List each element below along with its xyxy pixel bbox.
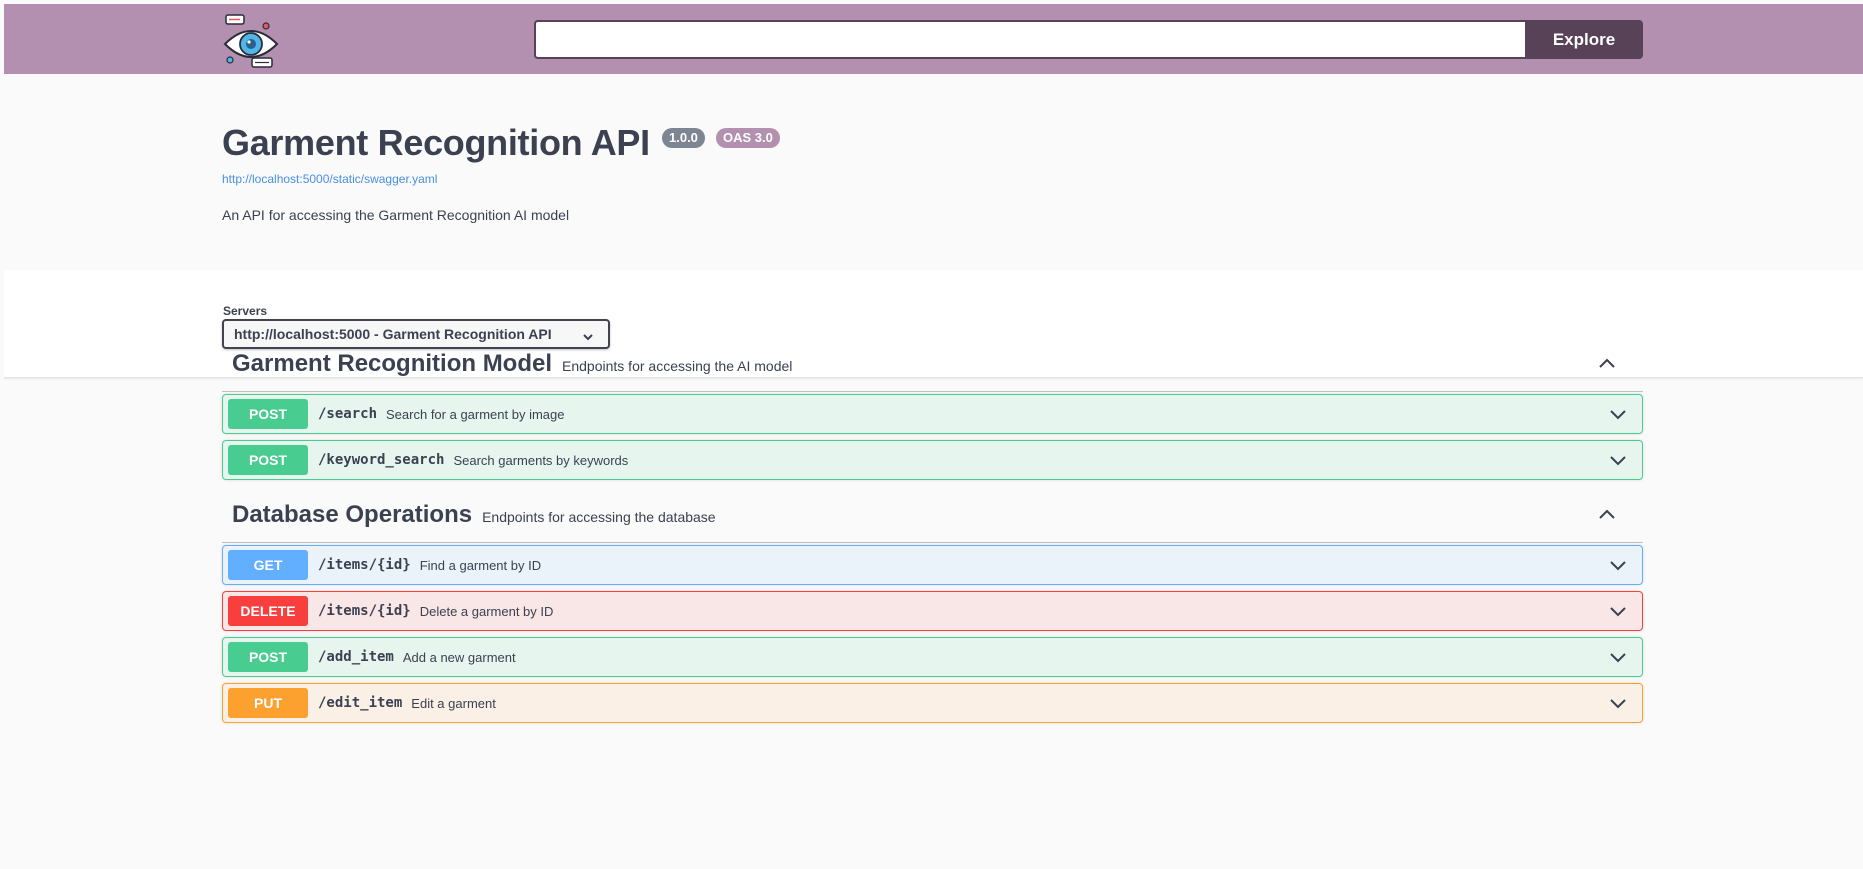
operation-path: /add_item bbox=[318, 649, 394, 665]
operation-summary: Add a new garment bbox=[402, 649, 516, 665]
swagger-page: Explore Garment Recognition API 1.0.0 OA… bbox=[4, 4, 1863, 869]
tag-description: Endpoints for accessing the AI model bbox=[562, 357, 793, 374]
servers-label: Servers bbox=[223, 304, 268, 318]
method-badge: PUT bbox=[228, 688, 308, 718]
api-description: An API for accessing the Garment Recogni… bbox=[222, 207, 570, 223]
api-info: Garment Recognition API 1.0.0 OAS 3.0 bbox=[222, 122, 780, 166]
method-badge: POST bbox=[228, 399, 308, 429]
operation-post-search[interactable]: POST /search Search for a garment by ima… bbox=[222, 394, 1643, 434]
tag-database-operations[interactable]: Database Operations Endpoints for access… bbox=[222, 487, 1643, 543]
operation-summary: Find a garment by ID bbox=[419, 557, 542, 573]
version-badge: 1.0.0 bbox=[662, 128, 705, 148]
operation-post-keyword-search[interactable]: POST /keyword_search Search garments by … bbox=[222, 440, 1643, 480]
tag-description: Endpoints for accessing the database bbox=[482, 508, 716, 525]
method-badge: DELETE bbox=[228, 596, 308, 626]
tag-name: Garment Recognition Model bbox=[232, 349, 553, 377]
operation-path: /items/{id} bbox=[318, 557, 411, 573]
operation-post-add-item[interactable]: POST /add_item Add a new garment bbox=[222, 637, 1643, 677]
operation-summary: Delete a garment by ID bbox=[419, 603, 554, 619]
tag-name: Database Operations bbox=[232, 500, 473, 528]
spec-url-link[interactable]: http://localhost:5000/static/swagger.yam… bbox=[222, 172, 437, 186]
operation-get-item-by-id[interactable]: GET /items/{id} Find a garment by ID bbox=[222, 545, 1643, 585]
chevron-up-icon[interactable] bbox=[1597, 356, 1617, 375]
page-title: Garment Recognition API bbox=[222, 122, 650, 163]
chevron-down-icon[interactable] bbox=[1608, 407, 1628, 426]
chevron-down-icon[interactable] bbox=[1608, 650, 1628, 669]
operation-summary: Search for a garment by image bbox=[386, 406, 565, 422]
method-badge: POST bbox=[228, 642, 308, 672]
chevron-down-icon[interactable] bbox=[1608, 604, 1628, 623]
operation-path: /keyword_search bbox=[318, 452, 445, 468]
method-badge: GET bbox=[228, 550, 308, 580]
operation-path: /items/{id} bbox=[318, 603, 411, 619]
operation-path: /edit_item bbox=[318, 695, 403, 711]
tag-garment-recognition-model[interactable]: Garment Recognition Model Endpoints for … bbox=[222, 336, 1643, 392]
spec-url-input[interactable] bbox=[534, 20, 1527, 59]
operation-delete-item-by-id[interactable]: DELETE /items/{id} Delete a garment by I… bbox=[222, 591, 1643, 631]
explore-button[interactable]: Explore bbox=[1525, 20, 1643, 59]
topbar: Explore bbox=[4, 4, 1863, 74]
eye-chat-icon[interactable] bbox=[222, 12, 280, 70]
chevron-down-icon[interactable] bbox=[1608, 453, 1628, 472]
operation-summary: Search garments by keywords bbox=[453, 452, 629, 468]
chevron-down-icon[interactable] bbox=[1608, 558, 1628, 577]
operation-path: /search bbox=[318, 406, 378, 422]
chevron-down-icon[interactable] bbox=[1608, 696, 1628, 715]
oas-badge: OAS 3.0 bbox=[716, 128, 780, 148]
operation-put-edit-item[interactable]: PUT /edit_item Edit a garment bbox=[222, 683, 1643, 723]
method-badge: POST bbox=[228, 445, 308, 475]
operation-summary: Edit a garment bbox=[411, 695, 496, 711]
chevron-up-icon[interactable] bbox=[1597, 507, 1617, 526]
